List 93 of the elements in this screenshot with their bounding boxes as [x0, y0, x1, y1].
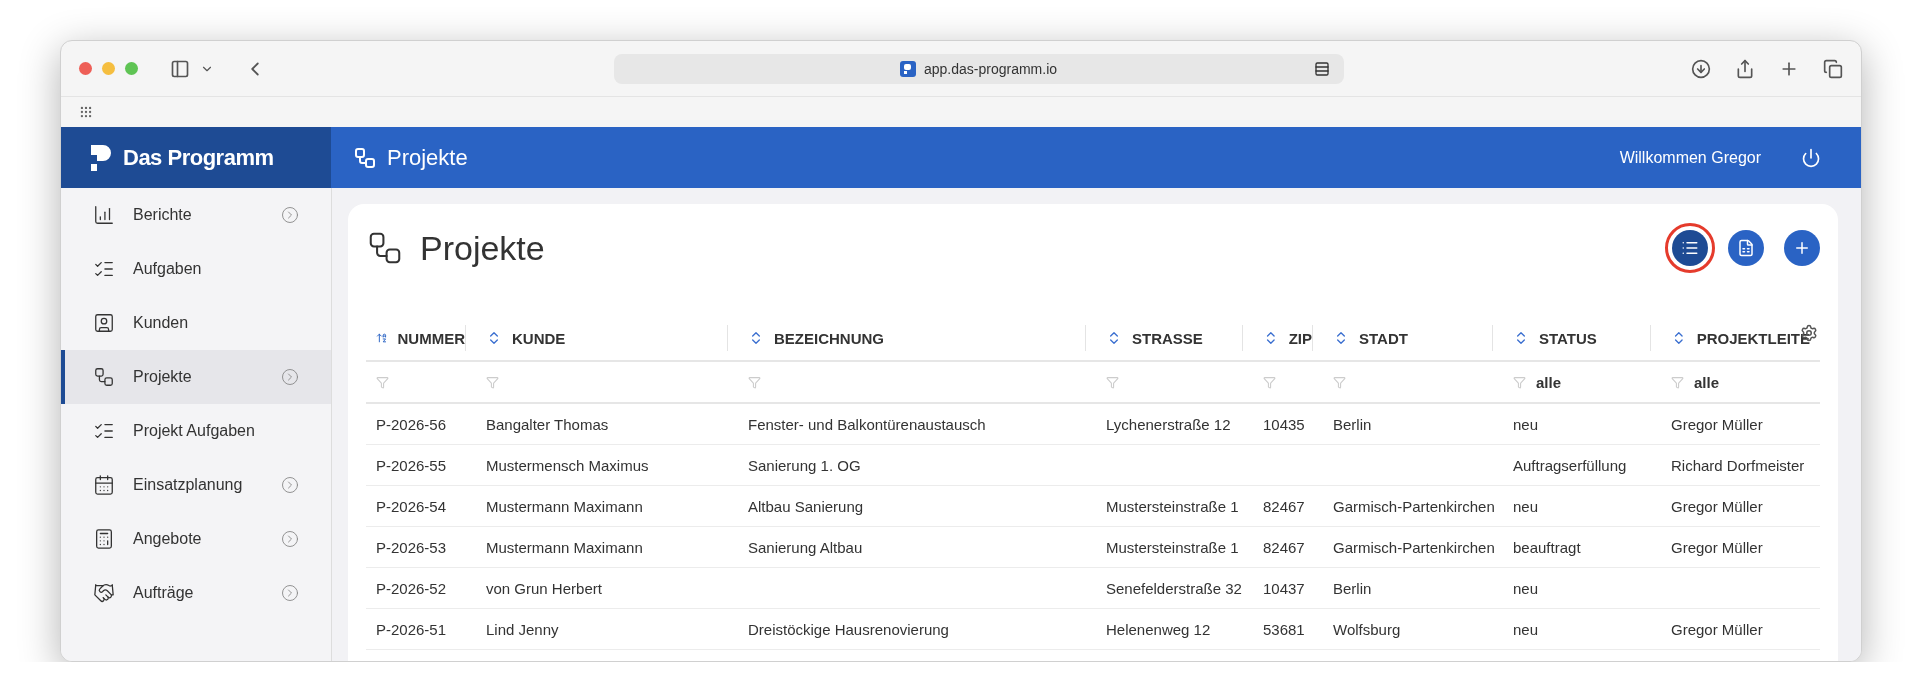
column-list-icon — [1681, 239, 1699, 257]
table-cell: 82467 — [1263, 497, 1305, 515]
table-cell: Mustermann Maximann — [486, 497, 643, 515]
site-favicon-icon — [899, 60, 916, 77]
table-cell: 53681 — [1263, 620, 1305, 638]
table-cell: Sanierung 1. OG — [748, 456, 861, 474]
sidebar-item[interactable]: Aufgaben — [61, 242, 331, 296]
logout-icon[interactable] — [1801, 147, 1821, 168]
table-cell: P-2026-55 — [376, 456, 447, 474]
spreadsheet-icon — [1737, 239, 1755, 257]
table-cell: Gregor Müller — [1671, 620, 1763, 638]
table-cell: Lychenerstraße 12 — [1106, 415, 1231, 433]
chevron-circle-icon[interactable] — [281, 368, 299, 386]
table-cell: neu — [1513, 579, 1539, 597]
table-cell: neu — [1513, 415, 1539, 433]
sidebar-item[interactable]: Kunden — [61, 296, 331, 350]
workflow-icon — [93, 366, 115, 388]
excel-export-button[interactable] — [1728, 230, 1764, 266]
table-cell: Bangalter Thomas — [486, 415, 609, 433]
share-icon[interactable] — [1735, 58, 1755, 79]
table-cell: Berlin — [1333, 415, 1372, 433]
table-cell: Wolfsburg — [1333, 620, 1401, 638]
chevron-circle-icon[interactable] — [281, 206, 299, 224]
table-cell: Garmisch-Partenkirchen — [1333, 497, 1495, 515]
table-cell: neu — [1513, 497, 1539, 515]
reader-icon[interactable] — [1313, 60, 1330, 77]
table-cell: Altbau Sanierung — [748, 497, 864, 515]
chevron-circle-icon[interactable] — [281, 476, 299, 494]
sidebar-item[interactable]: Angebote — [61, 512, 331, 566]
workflow-icon — [353, 145, 377, 170]
table-cell: Dreistöckige Hausrenovierung — [748, 620, 949, 638]
table-cell: Gregor Müller — [1671, 415, 1763, 433]
column-header[interactable]: ZIP — [1253, 316, 1323, 361]
table-cell: Garmisch-Partenkirchen — [1333, 538, 1495, 556]
sidebar-item[interactable]: Projekt Aufgaben — [61, 404, 331, 458]
sidebar-item[interactable]: Berichte — [61, 188, 331, 242]
chevron-circle-icon[interactable] — [281, 530, 299, 548]
table-cell: 10437 — [1263, 579, 1305, 597]
table-cell: Sanierung Altbau — [748, 538, 863, 556]
table-cell: P-2026-56 — [376, 415, 447, 433]
add-button[interactable] — [1784, 230, 1820, 266]
sidebar-item[interactable]: Aufträge — [61, 566, 331, 620]
header-title: Projekte — [387, 144, 468, 171]
table-cell: Senefelderstraße 32 — [1106, 579, 1242, 597]
column-header[interactable]: NUMMER — [366, 316, 476, 361]
calendar-icon — [93, 474, 115, 496]
table-cell: 10435 — [1263, 415, 1305, 433]
column-header[interactable]: STADT — [1323, 316, 1503, 361]
sidebar-toggle-icon[interactable] — [170, 58, 190, 79]
table-cell: Auftragserfüllung — [1513, 456, 1627, 474]
plus-icon — [1793, 239, 1811, 257]
table-cell: Mustersteinstraße 1 — [1106, 497, 1239, 515]
table-cell: P-2026-51 — [376, 620, 447, 638]
table-cell: P-2026-53 — [376, 538, 447, 556]
table-cell: 82467 — [1263, 538, 1305, 556]
sidebar-item[interactable]: Einsatzplanung — [61, 458, 331, 512]
table-cell: Gregor Müller — [1671, 497, 1763, 515]
url-text: app.das-programm.io — [923, 60, 1058, 77]
welcome-text: Willkommen Gregor — [1619, 148, 1761, 167]
download-icon[interactable] — [1691, 58, 1711, 79]
table-cell: Richard Dorfmeister — [1671, 456, 1805, 474]
chart-icon — [93, 204, 115, 226]
handshake-icon — [93, 582, 115, 604]
column-header[interactable]: BEZEICHNUNG — [738, 316, 1096, 361]
table-cell: Mustermensch Maximus — [486, 456, 649, 474]
contact-card-icon — [93, 312, 115, 334]
logo-text: Das Programm — [123, 144, 274, 171]
address-bar[interactable]: app.das-programm.io — [613, 53, 1344, 84]
table-cell: beauftragt — [1513, 538, 1581, 556]
filter-value[interactable]: alle — [1694, 373, 1720, 391]
column-header[interactable]: KUNDE — [476, 316, 738, 361]
table-cell: Mustersteinstraße 1 — [1106, 538, 1239, 556]
table-cell: Berlin — [1333, 579, 1372, 597]
table-cell: Lind Jenny — [486, 620, 559, 638]
table-cell: Mustermann Maximann — [486, 538, 643, 556]
column-header[interactable]: STRASSE — [1096, 316, 1253, 361]
page-title: Projekte — [420, 228, 546, 268]
column-header[interactable]: PROJEKTLEITE — [1661, 316, 1820, 361]
table-cell: Gregor Müller — [1671, 538, 1763, 556]
filter-value[interactable]: alle — [1536, 373, 1562, 391]
tabs-overview-icon[interactable] — [1823, 58, 1843, 79]
table-cell: P-2026-52 — [376, 579, 447, 597]
sidebar-item[interactable]: Projekte — [61, 350, 331, 404]
column-header[interactable]: STATUS — [1503, 316, 1661, 361]
table-cell: neu — [1513, 620, 1539, 638]
table-cell: von Grun Herbert — [486, 579, 602, 597]
chevron-circle-icon[interactable] — [281, 584, 299, 602]
table-cell: P-2026-54 — [376, 497, 447, 515]
table-cell: Fenster- und Balkontürenaustausch — [748, 415, 986, 433]
close-button[interactable] — [79, 62, 92, 75]
apps-grid-icon[interactable] — [79, 105, 93, 119]
table-cell: Helenenweg 12 — [1106, 620, 1211, 638]
calculator-icon — [93, 528, 115, 550]
